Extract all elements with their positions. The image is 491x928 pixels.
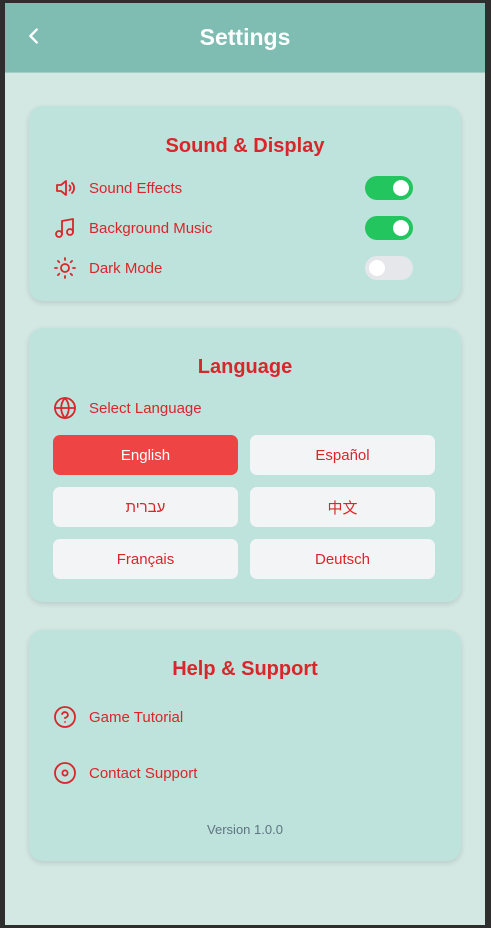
globe-icon	[53, 396, 77, 420]
dark-mode-toggle[interactable]	[365, 256, 413, 280]
speaker-icon	[53, 176, 77, 200]
app-version: Version 1.0.0	[207, 822, 283, 837]
game-tutorial-row[interactable]: Game Tutorial	[53, 705, 437, 729]
toggle-knob	[393, 180, 409, 196]
sun-icon	[53, 256, 77, 280]
sound-display-card: Sound & Display Sound Effects Background…	[29, 106, 461, 301]
language-option-spanish[interactable]: Español	[250, 435, 435, 475]
contact-support-row[interactable]: Contact Support	[53, 761, 437, 785]
sound-effects-toggle[interactable]	[365, 176, 413, 200]
question-circle-icon	[53, 705, 77, 729]
dark-mode-label: Dark Mode	[89, 259, 163, 277]
settings-screen: Settings Sound & Display Sound Effects B…	[5, 3, 485, 925]
language-option-english[interactable]: English	[53, 435, 238, 475]
sound-effects-label: Sound Effects	[89, 179, 183, 197]
language-option-french[interactable]: Français	[53, 539, 238, 579]
help-support-card: Help & Support Game Tutorial Contact Sup…	[29, 630, 461, 861]
music-note-icon	[53, 216, 77, 240]
background-music-toggle[interactable]	[365, 216, 413, 240]
page-title: Settings	[199, 24, 291, 50]
select-language-label: Select Language	[89, 399, 202, 417]
contact-support-label: Contact Support	[89, 764, 198, 782]
language-option-chinese[interactable]: 中文	[250, 487, 435, 527]
language-option-german[interactable]: Deutsch	[250, 539, 435, 579]
game-tutorial-label: Game Tutorial	[89, 708, 184, 726]
toggle-knob	[369, 260, 385, 276]
language-card: Language Select Language English Español…	[29, 328, 461, 602]
toggle-knob	[393, 220, 409, 236]
language-title: Language	[197, 356, 293, 378]
sound-effects-row: Sound Effects	[53, 176, 437, 200]
sound-display-title: Sound & Display	[165, 135, 325, 157]
select-language-row: Select Language	[53, 396, 437, 420]
language-option-hebrew[interactable]: עברית	[53, 487, 238, 527]
dark-mode-row: Dark Mode	[53, 256, 437, 280]
header-bar: Settings	[5, 3, 485, 73]
background-music-label: Background Music	[89, 219, 213, 237]
support-circle-icon	[53, 761, 77, 785]
background-music-row: Background Music	[53, 216, 437, 240]
help-support-title: Help & Support	[172, 658, 318, 680]
